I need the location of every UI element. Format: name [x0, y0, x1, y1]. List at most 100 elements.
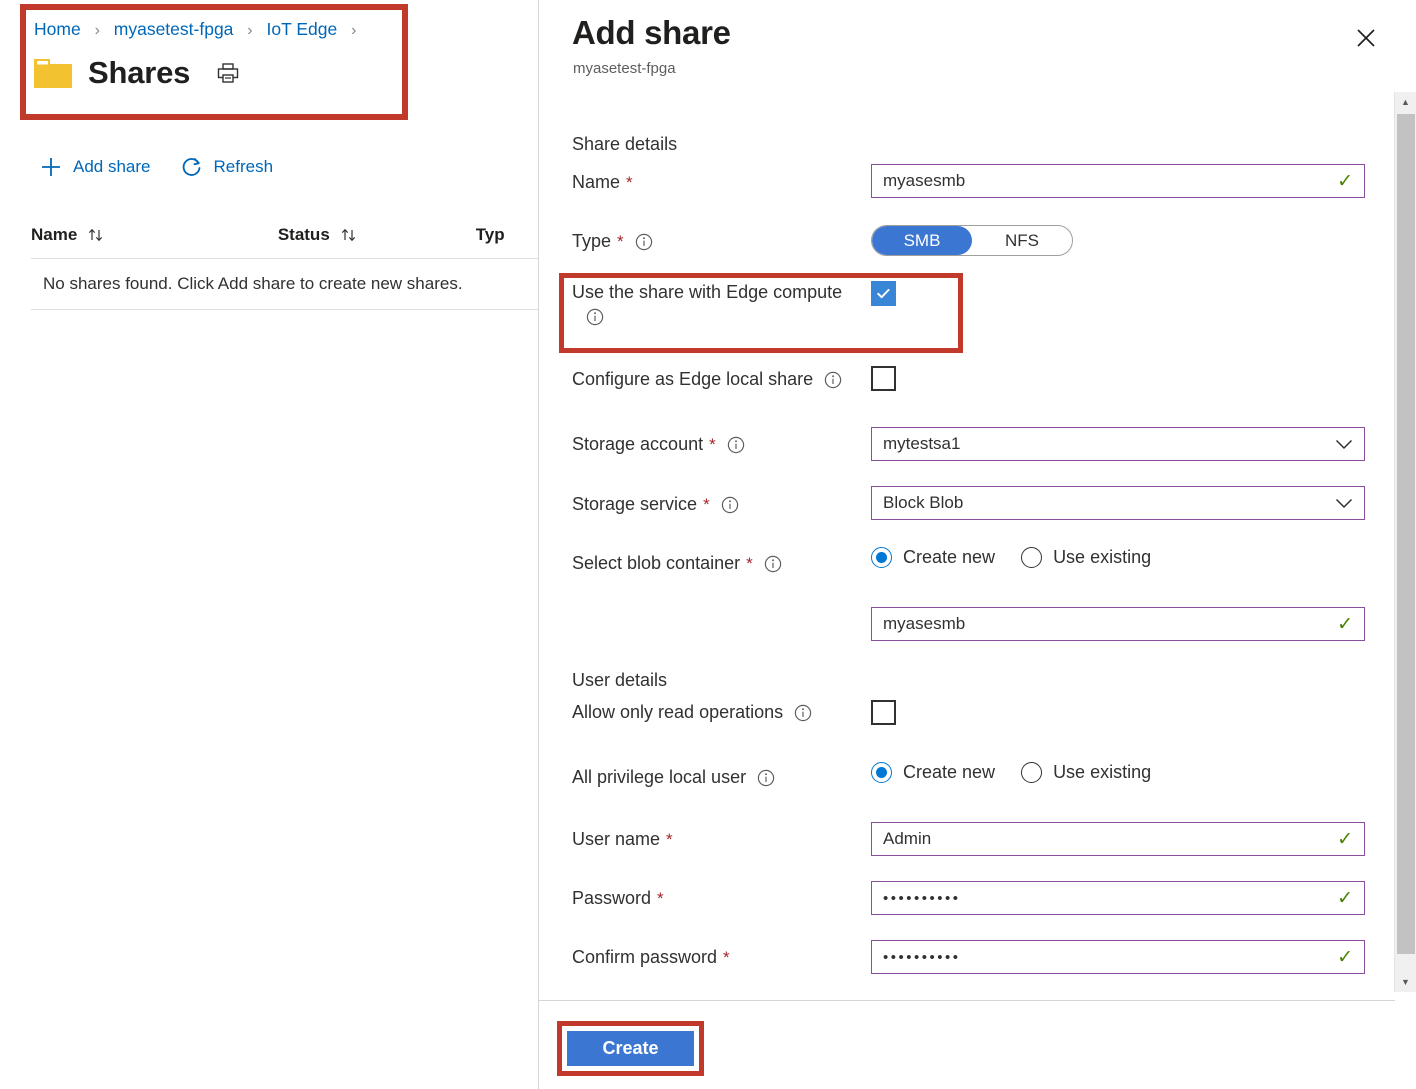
- column-header-name[interactable]: Name: [31, 225, 278, 245]
- breadcrumb-separator-icon: ›: [247, 22, 252, 39]
- toggle-option-nfs[interactable]: NFS: [972, 226, 1072, 255]
- app-root: Home › myasetest-fpga › IoT Edge › Share…: [0, 0, 1416, 1089]
- user-name-value: Admin: [883, 829, 1331, 849]
- label-confirm-password: Confirm password *: [572, 947, 730, 968]
- storage-account-value: mytestsa1: [883, 434, 1329, 454]
- label-type: Type *: [572, 231, 653, 252]
- required-asterisk: *: [617, 232, 624, 252]
- privilege-user-radio-use-existing[interactable]: Use existing: [1021, 762, 1151, 783]
- column-header-type[interactable]: Typ: [476, 225, 538, 245]
- breadcrumb-separator-icon: ›: [95, 22, 100, 39]
- refresh-label: Refresh: [214, 157, 274, 177]
- blob-container-name-input[interactable]: myasesmb ✓: [871, 607, 1365, 641]
- breadcrumb-separator-icon: ›: [351, 22, 356, 39]
- edge-local-share-checkbox[interactable]: [871, 366, 896, 391]
- required-asterisk: *: [746, 554, 753, 574]
- label-read-only-text: Allow only read operations: [572, 702, 783, 723]
- breadcrumb-item-home[interactable]: Home: [34, 19, 81, 39]
- check-icon: ✓: [1337, 948, 1353, 967]
- info-icon[interactable]: [794, 704, 812, 722]
- blade-footer: Create: [539, 1000, 1395, 1089]
- storage-service-value: Block Blob: [883, 493, 1329, 513]
- info-icon[interactable]: [757, 769, 775, 787]
- info-icon[interactable]: [635, 233, 653, 251]
- label-blob-container-text: Select blob container: [572, 553, 740, 574]
- chevron-down-icon: [1335, 438, 1353, 450]
- check-icon: ✓: [1337, 830, 1353, 849]
- check-icon: ✓: [1337, 889, 1353, 908]
- refresh-button[interactable]: Refresh: [181, 156, 274, 178]
- scrollbar-up-arrow-icon[interactable]: ▲: [1395, 92, 1416, 112]
- storage-service-select[interactable]: Block Blob: [871, 486, 1365, 520]
- label-privilege-user: All privilege local user: [572, 767, 775, 788]
- breadcrumb-item-device[interactable]: myasetest-fpga: [114, 19, 234, 39]
- privilege-user-radio-group: Create new Use existing: [871, 762, 1177, 783]
- column-header-type-label: Typ: [476, 225, 505, 245]
- privilege-user-radio-create-new[interactable]: Create new: [871, 762, 995, 783]
- blob-container-radio-create-new[interactable]: Create new: [871, 547, 995, 568]
- required-asterisk: *: [626, 173, 633, 193]
- table-empty-message: No shares found. Click Add share to crea…: [31, 259, 538, 310]
- label-blob-container: Select blob container *: [572, 553, 782, 574]
- scrollbar-thumb[interactable]: [1397, 114, 1415, 954]
- blade-subtitle: myasetest-fpga: [573, 60, 676, 77]
- privilege-user-radio-create-new-label: Create new: [903, 762, 995, 783]
- radio-dot-icon: [871, 762, 892, 783]
- blob-container-radio-use-existing-label: Use existing: [1053, 547, 1151, 568]
- label-password-text: Password: [572, 888, 651, 909]
- radio-dot-icon: [871, 547, 892, 568]
- user-name-input[interactable]: Admin ✓: [871, 822, 1365, 856]
- label-type-text: Type: [572, 231, 611, 252]
- password-input[interactable]: •••••••••• ✓: [871, 881, 1365, 915]
- table-header-row: Name Status: [31, 212, 538, 259]
- shares-toolbar: Add share Refresh: [40, 150, 303, 184]
- page-title: Shares: [88, 55, 190, 91]
- radio-dot-icon: [1021, 547, 1042, 568]
- scrollbar-down-arrow-icon[interactable]: ▼: [1395, 972, 1416, 992]
- confirm-password-input[interactable]: •••••••••• ✓: [871, 940, 1365, 974]
- blade-body: Share details Name * myasesmb ✓ Type *: [539, 92, 1395, 1000]
- column-header-status[interactable]: Status: [278, 225, 476, 245]
- read-only-checkbox[interactable]: [871, 700, 896, 725]
- storage-account-select[interactable]: mytestsa1: [871, 427, 1365, 461]
- breadcrumb-item-iot-edge[interactable]: IoT Edge: [266, 19, 337, 39]
- required-asterisk: *: [703, 495, 710, 515]
- section-title-user-details: User details: [572, 670, 667, 691]
- blob-container-radio-create-new-label: Create new: [903, 547, 995, 568]
- share-type-toggle[interactable]: SMB NFS: [871, 225, 1073, 256]
- password-value: ••••••••••: [883, 890, 1331, 907]
- refresh-icon: [181, 156, 203, 178]
- blob-container-radio-use-existing[interactable]: Use existing: [1021, 547, 1151, 568]
- info-icon[interactable]: [727, 436, 745, 454]
- close-icon[interactable]: [1350, 22, 1382, 54]
- add-share-blade: Add share myasetest-fpga Share details N…: [538, 0, 1416, 1089]
- info-icon[interactable]: [586, 308, 604, 326]
- share-name-input[interactable]: myasesmb ✓: [871, 164, 1365, 198]
- label-edge-compute: Use the share with Edge compute: [572, 282, 842, 326]
- printer-icon[interactable]: [216, 62, 240, 84]
- label-name: Name *: [572, 172, 633, 193]
- info-icon[interactable]: [824, 371, 842, 389]
- folder-icon: [32, 55, 74, 91]
- blade-scrollbar[interactable]: ▲ ▼: [1394, 92, 1416, 992]
- required-asterisk: *: [723, 948, 730, 968]
- column-header-status-label: Status: [278, 225, 330, 245]
- shares-table: Name Status: [31, 212, 538, 310]
- plus-icon: [40, 156, 62, 178]
- blade-title: Add share: [572, 14, 731, 52]
- check-icon: [875, 285, 892, 302]
- sort-updown-icon[interactable]: [87, 227, 107, 243]
- label-name-text: Name: [572, 172, 620, 193]
- page-title-row: Shares: [32, 55, 240, 91]
- add-share-button[interactable]: Add share: [40, 156, 151, 178]
- info-icon[interactable]: [721, 496, 739, 514]
- breadcrumb: Home › myasetest-fpga › IoT Edge ›: [34, 17, 365, 43]
- section-title-share-details: Share details: [572, 134, 677, 155]
- edge-compute-checkbox[interactable]: [871, 281, 896, 306]
- label-password: Password *: [572, 888, 664, 909]
- label-user-name: User name *: [572, 829, 673, 850]
- info-icon[interactable]: [764, 555, 782, 573]
- toggle-option-smb[interactable]: SMB: [872, 226, 972, 255]
- label-privilege-user-text: All privilege local user: [572, 767, 746, 788]
- sort-updown-icon[interactable]: [340, 227, 360, 243]
